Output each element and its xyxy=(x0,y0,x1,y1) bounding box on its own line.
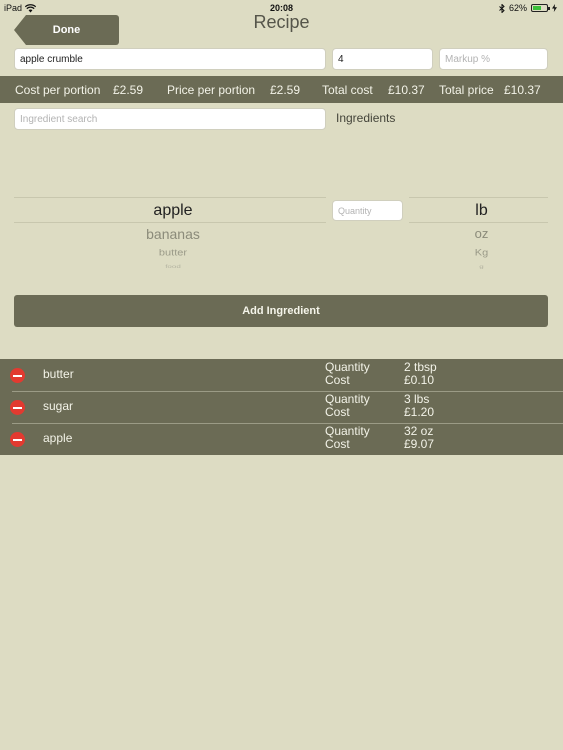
total-price-value: £10.37 xyxy=(504,83,541,97)
battery-tip xyxy=(548,7,550,10)
price-per-portion-value: £2.59 xyxy=(270,83,301,97)
ingredient-name: butter xyxy=(43,367,74,381)
cost-per-portion-label: Cost per portion xyxy=(15,83,101,97)
picker-ingredient-option[interactable]: food xyxy=(14,264,332,269)
list-item[interactable]: apple Quantity Cost 32 oz £9.07 xyxy=(0,423,563,455)
cost-label: Cost xyxy=(325,437,350,451)
ingredient-list: butter Quantity Cost 2 tbsp £0.10 sugar … xyxy=(0,359,563,455)
page-title: Recipe xyxy=(253,12,310,32)
cost-value: £0.10 xyxy=(404,373,435,387)
picker-divider xyxy=(409,222,548,223)
cost-value: £1.20 xyxy=(404,405,435,419)
picker-divider xyxy=(14,197,326,198)
summary-bar: Cost per portion £2.59 Price per portion… xyxy=(0,76,563,103)
portions-input[interactable] xyxy=(332,48,433,70)
cost-label: Cost xyxy=(325,373,350,387)
battery-icon xyxy=(531,4,550,12)
picker-divider xyxy=(409,197,548,198)
charging-icon xyxy=(552,4,557,12)
delete-icon[interactable] xyxy=(10,368,25,383)
ingredients-label: Ingredients xyxy=(336,111,396,125)
cost-label: Cost xyxy=(325,405,350,419)
total-price-label: Total price xyxy=(439,83,494,97)
delete-icon[interactable] xyxy=(10,432,25,447)
total-cost-label: Total cost xyxy=(322,83,373,97)
unit-picker[interactable]: lb oz Kg g xyxy=(409,197,548,277)
recipe-name-input[interactable] xyxy=(14,48,326,70)
picker-unit-option[interactable]: lb xyxy=(409,202,554,220)
ingredient-picker[interactable]: apple bananas butter food xyxy=(14,197,326,277)
picker-divider xyxy=(14,222,326,223)
cost-per-portion-value: £2.59 xyxy=(113,83,144,97)
ingredient-name: sugar xyxy=(43,399,74,413)
cost-value: £9.07 xyxy=(404,437,435,451)
list-item[interactable]: butter Quantity Cost 2 tbsp £0.10 xyxy=(0,359,563,391)
ingredient-search-input[interactable] xyxy=(14,108,326,130)
battery-fill xyxy=(533,6,542,10)
picker-ingredient-option[interactable]: butter xyxy=(14,248,332,258)
delete-icon[interactable] xyxy=(10,400,25,415)
quantity-input[interactable] xyxy=(332,200,403,221)
price-per-portion-label: Price per portion xyxy=(167,83,256,97)
picker-ingredient-option[interactable]: apple xyxy=(14,202,332,220)
ingredient-name: apple xyxy=(43,431,73,445)
picker-unit-option[interactable]: Kg xyxy=(409,248,554,258)
list-item[interactable]: sugar Quantity Cost 3 lbs £1.20 xyxy=(0,391,563,423)
picker-ingredient-option[interactable]: bananas xyxy=(14,226,332,242)
total-cost-value: £10.37 xyxy=(388,83,425,97)
picker-unit-option[interactable]: oz xyxy=(409,226,554,241)
picker-unit-option[interactable]: g xyxy=(409,264,554,269)
markup-input[interactable] xyxy=(439,48,548,70)
add-ingredient-button[interactable]: Add Ingredient xyxy=(14,295,548,327)
